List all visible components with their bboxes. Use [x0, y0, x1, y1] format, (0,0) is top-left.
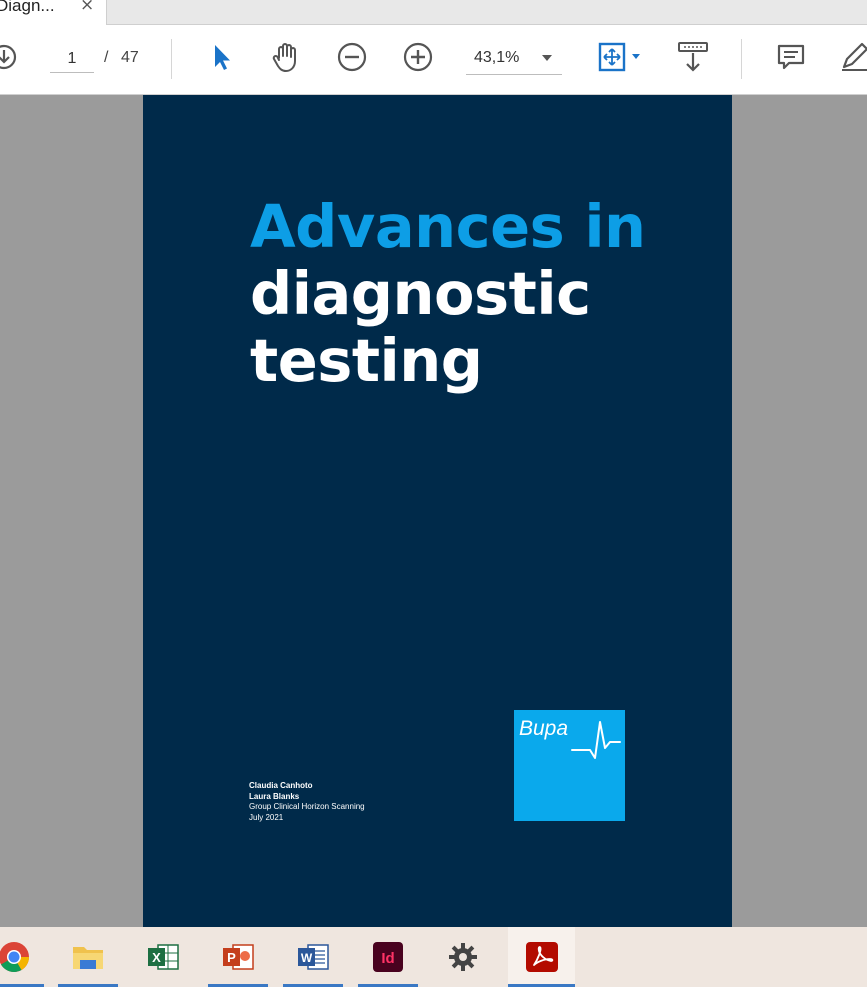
pen-icon[interactable]: [836, 39, 867, 75]
title-line-2: diagnostic: [250, 259, 591, 328]
author-2: Laura Blanks: [249, 791, 300, 801]
toolbar-divider: [171, 39, 172, 79]
publication-date: July 2021: [249, 812, 284, 822]
chevron-down-icon: [542, 55, 552, 61]
taskbar-powerpoint[interactable]: P: [208, 927, 268, 987]
document-credits: Claudia Canhoto Laura Blanks Group Clini…: [249, 781, 365, 823]
tab-strip: Diagn... ×: [0, 0, 867, 25]
indesign-letter: Id: [381, 950, 394, 967]
title-line-1: Advances in: [250, 192, 646, 261]
taskbar: X P W Id: [0, 927, 867, 987]
taskbar-settings[interactable]: [433, 927, 493, 987]
fit-page-icon[interactable]: [592, 39, 646, 75]
excel-letter: X: [152, 950, 161, 965]
excel-icon: X: [148, 944, 179, 970]
zoom-out-icon[interactable]: [334, 39, 370, 75]
department: Group Clinical Horizon Scanning: [249, 802, 365, 811]
page-number-input[interactable]: [50, 45, 94, 73]
powerpoint-icon: P: [223, 944, 254, 970]
select-pointer-icon[interactable]: [203, 39, 239, 75]
page-total: 47: [121, 49, 139, 66]
file-explorer-icon: [73, 947, 103, 969]
taskbar-indesign[interactable]: Id: [358, 927, 418, 987]
powerpoint-letter: P: [227, 950, 236, 965]
zoom-select[interactable]: 43,1%: [466, 45, 562, 75]
bupa-logo: Bupa: [514, 710, 625, 821]
download-icon[interactable]: [0, 39, 22, 75]
document-title: Advances in diagnostic testing: [250, 193, 646, 394]
toolbar: / 47 43,1%: [0, 25, 867, 95]
scroll-mode-icon[interactable]: [675, 39, 711, 75]
indesign-icon: Id: [373, 942, 403, 972]
taskbar-file-explorer[interactable]: [58, 927, 118, 987]
settings-icon: [449, 943, 477, 971]
acrobat-icon: [525, 942, 558, 972]
title-line-3: testing: [250, 326, 483, 395]
heartbeat-icon: [571, 721, 621, 759]
close-icon[interactable]: ×: [80, 0, 94, 15]
hand-tool-icon[interactable]: [268, 39, 304, 75]
taskbar-acrobat[interactable]: [508, 927, 575, 987]
zoom-value: 43,1%: [474, 49, 520, 66]
tab-title: Diagn...: [0, 0, 55, 15]
word-letter: W: [301, 951, 313, 965]
page-separator: /: [104, 49, 109, 66]
comment-icon[interactable]: [773, 39, 809, 75]
zoom-in-icon[interactable]: [400, 39, 436, 75]
author-1: Claudia Canhoto: [249, 781, 313, 790]
taskbar-chrome[interactable]: [0, 927, 44, 987]
chrome-icon: [0, 942, 30, 973]
taskbar-excel[interactable]: X: [133, 927, 193, 987]
document-tab[interactable]: Diagn... ×: [0, 0, 107, 25]
toolbar-divider: [741, 39, 742, 79]
document-page: Advances in diagnostic testing Claudia C…: [143, 95, 732, 927]
word-icon: W: [298, 944, 329, 970]
logo-text: Bupa: [519, 717, 569, 740]
taskbar-word[interactable]: W: [283, 927, 343, 987]
